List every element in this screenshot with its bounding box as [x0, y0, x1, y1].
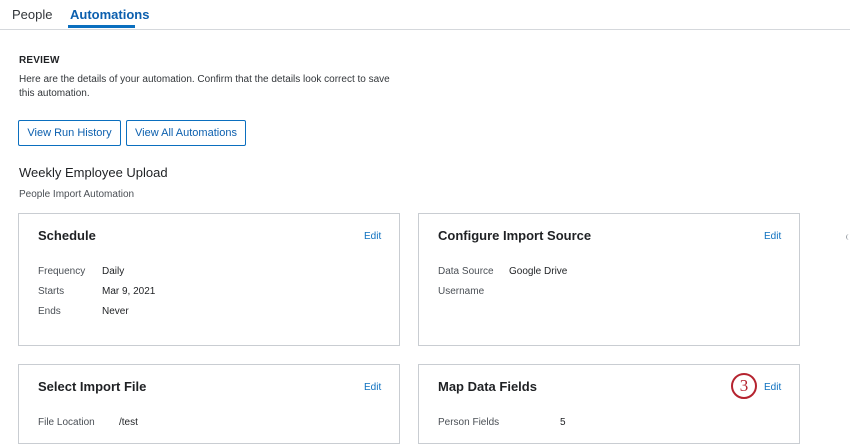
field-label: Username [438, 286, 485, 297]
field-label: Frequency [38, 266, 86, 277]
import-source-card: Configure Import Source Edit Data Source… [418, 213, 800, 346]
import-source-edit-link[interactable]: Edit [764, 231, 781, 242]
tab-automations[interactable]: Automations [70, 7, 149, 22]
review-heading: REVIEW [19, 55, 60, 66]
tab-bar: People Automations [0, 0, 850, 30]
import-file-edit-link[interactable]: Edit [364, 382, 381, 393]
view-run-history-button[interactable]: View Run History [18, 120, 121, 146]
schedule-card: Schedule Edit Frequency Daily Starts Mar… [18, 213, 400, 346]
field-value: /test [119, 417, 138, 428]
card-title: Select Import File [38, 379, 147, 394]
field-value: Never [102, 306, 129, 317]
field-label: Data Source [438, 266, 494, 277]
field-label: Person Fields [438, 417, 500, 428]
field-value: Google Drive [509, 266, 568, 277]
scroll-edge-indicator [846, 234, 850, 240]
import-file-card: Select Import File Edit File Location /t… [18, 364, 400, 444]
tab-people[interactable]: People [12, 7, 52, 22]
view-all-automations-button[interactable]: View All Automations [126, 120, 246, 146]
review-description: Here are the details of your automation.… [19, 74, 390, 99]
step-number-badge: 3 [731, 373, 757, 399]
field-label: Ends [38, 306, 61, 317]
map-fields-edit-link[interactable]: Edit [764, 382, 781, 393]
card-title: Schedule [38, 228, 96, 243]
field-value: Daily [102, 266, 125, 277]
active-tab-indicator [68, 25, 135, 28]
field-label: Starts [38, 286, 65, 297]
card-title: Map Data Fields [438, 379, 537, 394]
schedule-edit-link[interactable]: Edit [364, 231, 381, 242]
field-value: 5 [560, 417, 566, 428]
automation-name: Weekly Employee Upload [19, 165, 168, 180]
card-title: Configure Import Source [438, 228, 592, 243]
field-value: Mar 9, 2021 [102, 286, 156, 297]
automation-type: People Import Automation [19, 189, 135, 200]
field-label: File Location [38, 417, 95, 428]
